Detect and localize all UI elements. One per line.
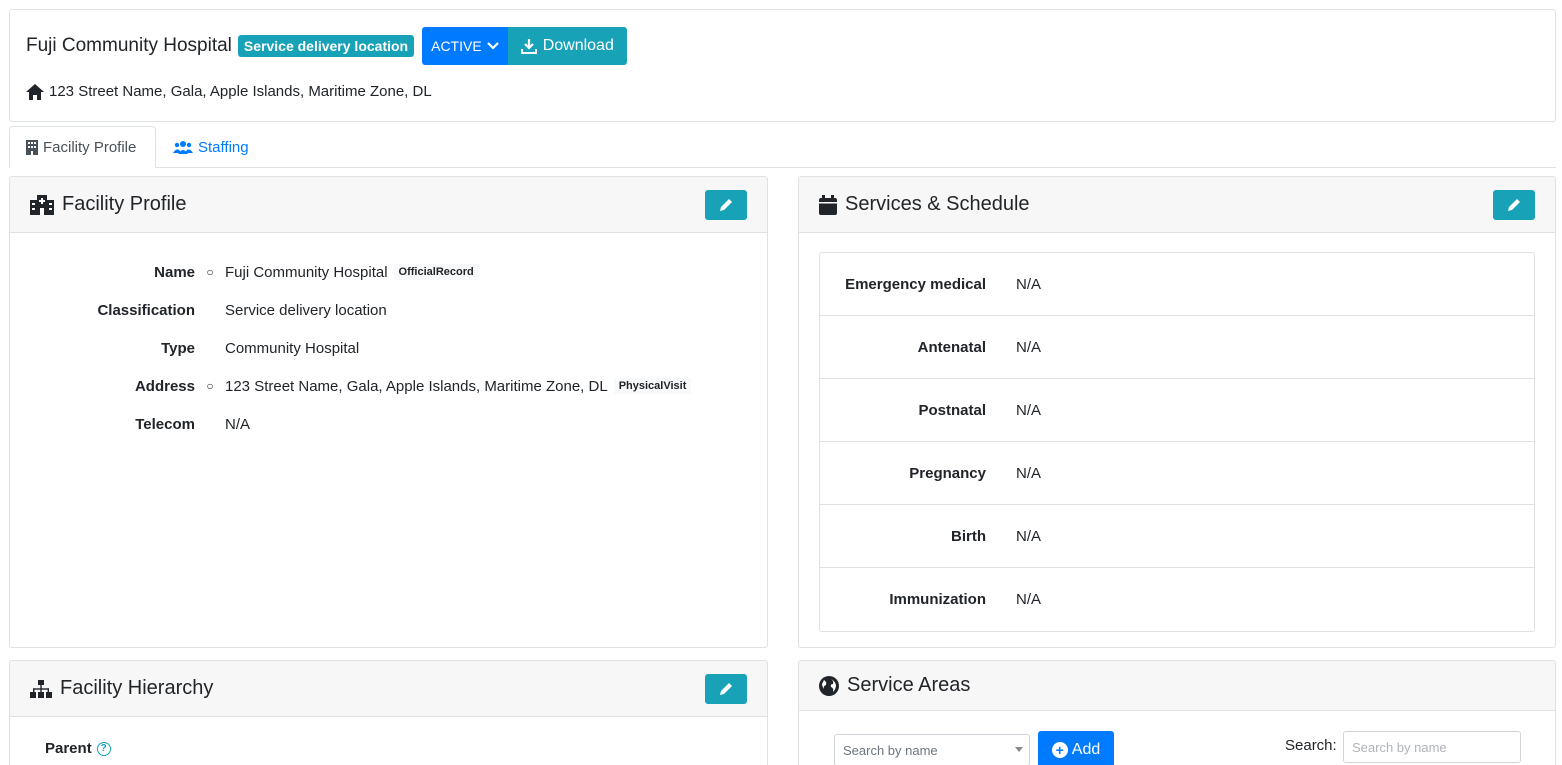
download-button[interactable]: Download <box>507 27 627 65</box>
pencil-icon <box>720 683 732 695</box>
search-input[interactable] <box>1343 731 1521 763</box>
service-value: N/A <box>1016 338 1042 356</box>
facility-profile-card: Facility Profile Name ○ Fuji Community H… <box>9 176 768 648</box>
service-areas-card: Service Areas Search by name + Add Searc… <box>798 660 1556 765</box>
status-dropdown-button[interactable]: ACTIVE <box>422 27 508 65</box>
table-row: Birth N/A <box>820 505 1534 568</box>
address-value: 123 Street Name, Gala, Apple Islands, Ma… <box>225 377 608 395</box>
use-tag: PhysicalVisit <box>613 378 692 394</box>
facility-profile-title: Facility Profile <box>62 193 187 215</box>
service-value: N/A <box>1016 275 1042 293</box>
card-header: Services & Schedule <box>799 177 1555 233</box>
globe-icon <box>819 675 839 696</box>
name-value: Fuji Community Hospital <box>225 263 388 281</box>
edit-profile-button[interactable] <box>705 190 747 220</box>
header-address: 123 Street Name, Gala, Apple Islands, Ma… <box>26 83 432 100</box>
calendar-icon <box>819 194 837 215</box>
table-row: Antenatal N/A <box>820 316 1534 379</box>
service-value: N/A <box>1016 591 1042 608</box>
type-badge: Service delivery location <box>237 35 415 57</box>
edit-hierarchy-button[interactable] <box>705 674 747 704</box>
profile-row-classification: Classification Service delivery location <box>10 298 750 322</box>
profile-label: Telecom <box>135 415 195 433</box>
card-header: Service Areas <box>799 661 1555 711</box>
users-icon <box>173 141 193 154</box>
card-title: Services & Schedule <box>819 193 1030 216</box>
sitemap-icon <box>30 679 52 698</box>
page-title: Fuji Community Hospital <box>26 35 232 56</box>
card-title: Facility Profile <box>30 193 186 216</box>
use-tag: OfficialRecord <box>393 264 479 280</box>
profile-label: Type <box>161 339 195 357</box>
card-header: Facility Profile <box>10 177 767 233</box>
pencil-icon <box>1508 199 1520 211</box>
area-select[interactable]: Search by name <box>834 734 1030 765</box>
tab-label: Staffing <box>198 138 249 156</box>
search-label: Search: <box>1285 737 1337 754</box>
facility-header: Fuji Community Hospital Service delivery… <box>9 9 1556 122</box>
facility-hierarchy-card: Facility Hierarchy Parent ? <box>9 660 768 765</box>
tab-label: Facility Profile <box>43 138 137 156</box>
parent-row: Parent ? <box>45 740 111 757</box>
help-icon[interactable]: ? <box>96 741 111 756</box>
home-icon <box>26 83 44 100</box>
profile-value: Fuji Community Hospital OfficialRecord <box>225 264 479 281</box>
service-value: N/A <box>1016 527 1042 545</box>
profile-row-type: Type Community Hospital <box>10 336 750 360</box>
title-row: Fuji Community Hospital Service delivery… <box>26 27 627 65</box>
service-label: Birth <box>951 527 986 545</box>
header-address-text: 123 Street Name, Gala, Apple Islands, Ma… <box>49 83 432 100</box>
profile-value: N/A <box>225 415 251 433</box>
table-row: Pregnancy N/A <box>820 442 1534 505</box>
download-icon <box>520 39 537 54</box>
bullet: ○ <box>206 265 214 279</box>
caret-down-icon <box>1015 747 1023 752</box>
service-label: Pregnancy <box>909 464 986 482</box>
services-schedule-card: Services & Schedule Emergency medical N/… <box>798 176 1556 648</box>
add-label: Add <box>1071 741 1101 758</box>
profile-value: Service delivery location <box>225 301 387 319</box>
status-label: ACTIVE <box>431 38 482 54</box>
profile-label: Classification <box>97 301 195 319</box>
tab-bar: Facility Profile Staffing <box>9 126 1556 168</box>
parent-label: Parent <box>45 740 92 757</box>
profile-label: Address <box>134 377 195 395</box>
profile-value: Community Hospital <box>225 339 360 357</box>
table-row: Postnatal N/A <box>820 379 1534 442</box>
profile-row-address: Address ○ 123 Street Name, Gala, Apple I… <box>10 374 750 398</box>
service-label: Emergency medical <box>845 275 986 293</box>
service-areas-title: Service Areas <box>847 674 971 696</box>
bullet: ○ <box>206 379 214 393</box>
profile-value: 123 Street Name, Gala, Apple Islands, Ma… <box>225 377 692 395</box>
tab-staffing[interactable]: Staffing <box>157 126 265 168</box>
card-title: Service Areas <box>819 674 970 697</box>
download-label: Download <box>542 37 614 54</box>
hospital-icon <box>30 194 54 215</box>
profile-row-telecom: Telecom N/A <box>10 412 750 436</box>
service-label: Immunization <box>889 591 986 608</box>
plus-circle-icon: + <box>1051 742 1068 758</box>
add-area-button[interactable]: + Add <box>1038 731 1114 765</box>
profile-row-name: Name ○ Fuji Community Hospital OfficialR… <box>10 260 750 284</box>
table-row: Immunization N/A <box>820 568 1534 631</box>
service-value: N/A <box>1016 401 1042 419</box>
card-header: Facility Hierarchy <box>10 661 767 717</box>
pencil-icon <box>720 199 732 211</box>
tab-facility-profile[interactable]: Facility Profile <box>9 126 156 168</box>
chevron-down-icon <box>486 42 499 50</box>
profile-label: Name <box>154 263 195 281</box>
area-select-placeholder: Search by name <box>843 742 938 758</box>
building-icon <box>26 139 38 155</box>
service-label: Antenatal <box>917 338 986 356</box>
service-label: Postnatal <box>918 401 986 419</box>
service-value: N/A <box>1016 464 1042 482</box>
card-title: Facility Hierarchy <box>30 677 213 700</box>
hierarchy-title: Facility Hierarchy <box>60 677 214 699</box>
services-table: Emergency medical N/A Antenatal N/A Post… <box>819 252 1535 632</box>
edit-services-button[interactable] <box>1493 190 1535 220</box>
services-title: Services & Schedule <box>845 193 1030 215</box>
table-row: Emergency medical N/A <box>820 253 1534 316</box>
